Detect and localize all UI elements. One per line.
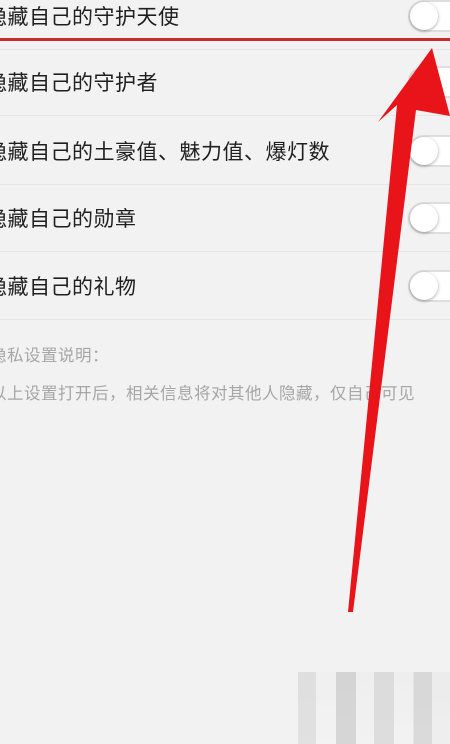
red-arrow-icon xyxy=(348,48,450,612)
watermark-image xyxy=(298,672,450,744)
arrow-shape xyxy=(348,48,450,612)
